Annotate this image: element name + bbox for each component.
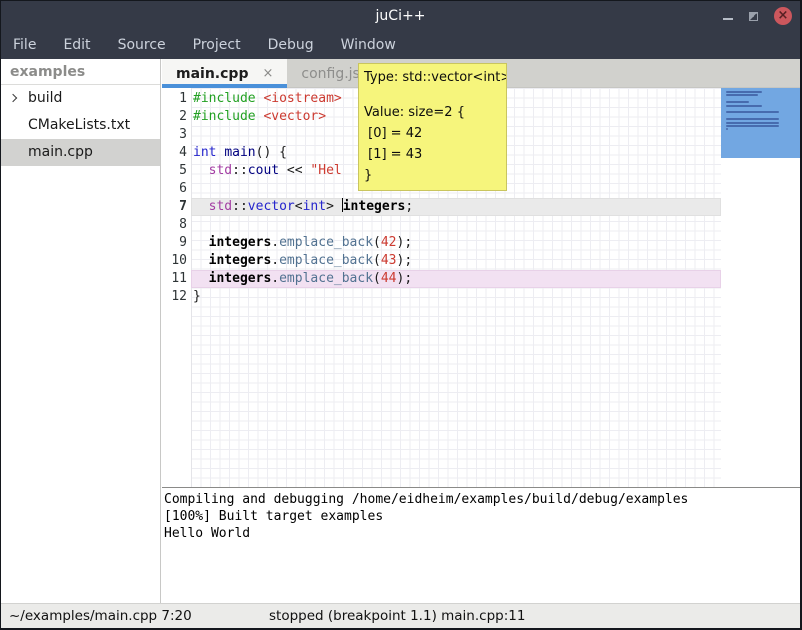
- statusbar: ~/examples/main.cpp 7:20 stopped (breakp…: [1, 603, 800, 628]
- file-tree-sidebar: examples build CMakeLists.txt main.cpp: [1, 59, 161, 603]
- line-number[interactable]: 11: [162, 270, 187, 288]
- tree-item-label: build: [28, 90, 62, 106]
- tree-item-main-cpp[interactable]: main.cpp: [1, 139, 160, 166]
- tooltip-line: [0] = 42: [364, 123, 501, 144]
- code-line-8[interactable]: 8: [162, 216, 721, 234]
- line-number[interactable]: 8: [162, 216, 187, 234]
- tab-main-cpp[interactable]: main.cpp: [162, 59, 287, 88]
- output-line: Hello World: [164, 525, 800, 542]
- tree-item-label: CMakeLists.txt: [28, 117, 130, 133]
- window-controls: [723, 1, 792, 31]
- line-number[interactable]: 3: [162, 126, 187, 144]
- restore-icon[interactable]: [749, 12, 758, 21]
- status-debug-state: stopped (breakpoint 1.1) main.cpp:11: [269, 604, 525, 628]
- debug-tooltip: Type: std::vector<int>Value: size=2 { [0…: [358, 63, 507, 191]
- line-text: integers.emplace_back(43);: [193, 252, 721, 270]
- source-map-mini-code: [726, 91, 779, 132]
- status-file-position: ~/examples/main.cpp 7:20: [9, 604, 192, 628]
- line-number[interactable]: 6: [162, 180, 187, 198]
- line-number[interactable]: 1: [162, 90, 187, 108]
- source-map-visible-region[interactable]: [721, 88, 800, 158]
- code-line-10[interactable]: 10 integers.emplace_back(43);: [162, 252, 721, 270]
- menu-item-edit[interactable]: Edit: [63, 33, 90, 57]
- source-map[interactable]: [721, 88, 800, 487]
- window-title: juCi++: [1, 1, 800, 31]
- line-number[interactable]: 7: [162, 198, 187, 216]
- output-line: [100%] Built target examples: [164, 508, 800, 525]
- tab-label: main.cpp: [176, 66, 248, 82]
- tree-item-label: main.cpp: [28, 144, 93, 160]
- project-name-header: examples: [1, 59, 160, 85]
- tab-close-icon[interactable]: [262, 66, 273, 81]
- menu-item-project[interactable]: Project: [193, 33, 241, 57]
- tooltip-line: Value: size=2 {: [364, 102, 501, 123]
- menubar: File Edit Source Project Debug Window: [1, 31, 800, 59]
- tree-item-build[interactable]: build: [1, 85, 160, 112]
- line-number[interactable]: 4: [162, 144, 187, 162]
- output-line: Compiling and debugging /home/eidheim/ex…: [164, 491, 800, 508]
- tooltip-line: Type: std::vector<int>: [364, 67, 501, 88]
- line-number[interactable]: 12: [162, 288, 187, 306]
- line-number[interactable]: 2: [162, 108, 187, 126]
- file-tree: build CMakeLists.txt main.cpp: [1, 85, 160, 166]
- app-window: juCi++ FileEditSourceProjectDebugWindow …: [0, 0, 802, 630]
- line-text: integers.emplace_back(42);: [193, 234, 721, 252]
- minimize-icon[interactable]: [723, 18, 733, 20]
- code-line-9[interactable]: 9 integers.emplace_back(42);: [162, 234, 721, 252]
- output-panel[interactable]: Compiling and debugging /home/eidheim/ex…: [162, 487, 800, 603]
- line-number[interactable]: 10: [162, 252, 187, 270]
- menu-item-file[interactable]: File: [13, 33, 36, 57]
- tree-item-cmakelists-txt[interactable]: CMakeLists.txt: [1, 112, 160, 139]
- menu-item-source[interactable]: Source: [118, 33, 166, 57]
- code-line-7[interactable]: 7 std::vector<int> integers;: [162, 198, 721, 216]
- line-text: std::vector<int> integers;: [193, 198, 721, 216]
- titlebar[interactable]: juCi++: [1, 1, 800, 31]
- code-line-11[interactable]: 11 integers.emplace_back(44);: [162, 270, 721, 288]
- code-line-12[interactable]: 12}: [162, 288, 721, 306]
- line-number[interactable]: 9: [162, 234, 187, 252]
- tooltip-line: [364, 88, 501, 102]
- close-icon[interactable]: [774, 7, 792, 25]
- menu-item-debug[interactable]: Debug: [268, 33, 314, 57]
- tooltip-line: }: [364, 165, 501, 186]
- tooltip-line: [1] = 43: [364, 144, 501, 165]
- chevron-right-icon[interactable]: [9, 94, 17, 102]
- line-text: }: [193, 288, 721, 306]
- line-number[interactable]: 5: [162, 162, 187, 180]
- line-text: integers.emplace_back(44);: [193, 270, 721, 288]
- menu-item-window[interactable]: Window: [341, 33, 396, 57]
